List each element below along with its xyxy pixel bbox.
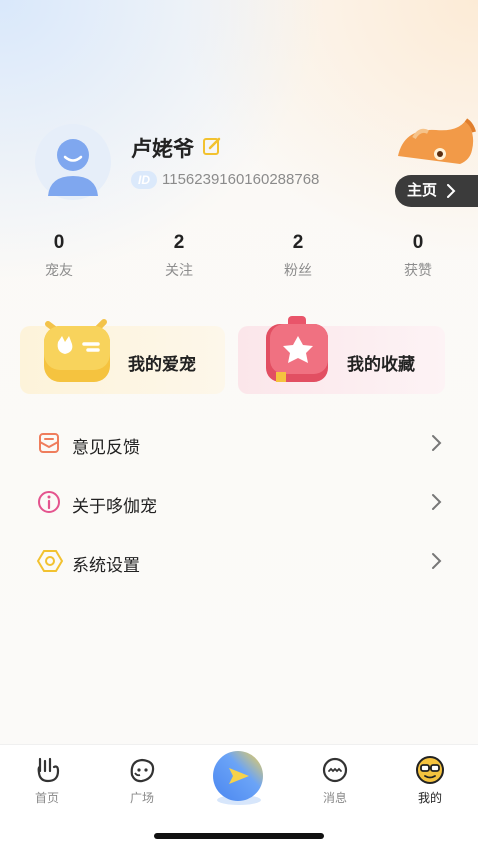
user-id-number: 1156239160160288768: [162, 171, 320, 188]
message-icon: [322, 757, 348, 783]
tab-messages[interactable]: 消息: [305, 755, 365, 806]
homepage-button[interactable]: 主页: [395, 175, 478, 207]
tab-label: 我的: [417, 791, 442, 805]
my-favorites-label: 我的收藏: [347, 355, 415, 374]
stat-value: 2: [173, 232, 185, 253]
stat-value: 0: [412, 232, 424, 253]
home-hand-icon: [37, 757, 60, 783]
stat-value: 2: [292, 232, 304, 253]
stat-value: 0: [53, 232, 65, 253]
home-indicator: [154, 833, 324, 839]
mine-face-icon: [416, 756, 444, 784]
publish-button[interactable]: [208, 748, 270, 815]
stat-label: 粉丝: [284, 262, 312, 278]
info-icon: [38, 491, 60, 513]
menu-settings[interactable]: 系统设置: [0, 539, 478, 583]
avatar[interactable]: [35, 124, 111, 200]
feedback-icon: [39, 433, 59, 453]
menu-label: 意见反馈: [72, 438, 140, 457]
tab-label: 首页: [34, 791, 59, 805]
square-face-icon: [130, 758, 155, 783]
stat-label: 关注: [165, 262, 193, 278]
stat-label: 宠友: [45, 262, 73, 278]
stat-pet-friends[interactable]: 0 宠友: [19, 232, 99, 280]
menu-label: 系统设置: [72, 556, 140, 575]
homepage-label: 主页: [407, 182, 438, 199]
my-pets-label: 我的爱宠: [128, 355, 196, 374]
favorites-book-icon: [262, 316, 334, 391]
nickname: 卢姥爷: [131, 138, 194, 161]
menu-about[interactable]: 关于哆伽宠: [0, 480, 478, 524]
stat-likes[interactable]: 0 获赞: [378, 232, 458, 280]
tab-label: 消息: [322, 791, 347, 805]
tab-label: 广场: [129, 791, 154, 805]
settings-icon: [37, 550, 63, 572]
tab-home[interactable]: 首页: [17, 755, 77, 806]
chevron-right-icon: [432, 435, 442, 451]
pet-box-icon: [40, 316, 116, 391]
user-avatar-icon: [48, 139, 98, 196]
menu-feedback[interactable]: 意见反馈: [0, 421, 478, 465]
edit-icon[interactable]: [202, 136, 222, 161]
id-badge: ID: [131, 171, 157, 189]
stat-following[interactable]: 2 关注: [139, 232, 219, 280]
publish-icon: [213, 751, 263, 805]
tab-mine[interactable]: 我的: [400, 755, 460, 806]
stat-fans[interactable]: 2 粉丝: [258, 232, 338, 280]
stat-label: 获赞: [404, 262, 432, 278]
tab-square[interactable]: 广场: [112, 755, 172, 806]
chevron-right-icon: [432, 494, 442, 510]
menu-label: 关于哆伽宠: [72, 497, 157, 516]
cat-illustration: [394, 116, 478, 183]
chevron-right-icon: [447, 184, 456, 198]
chevron-right-icon: [432, 553, 442, 569]
